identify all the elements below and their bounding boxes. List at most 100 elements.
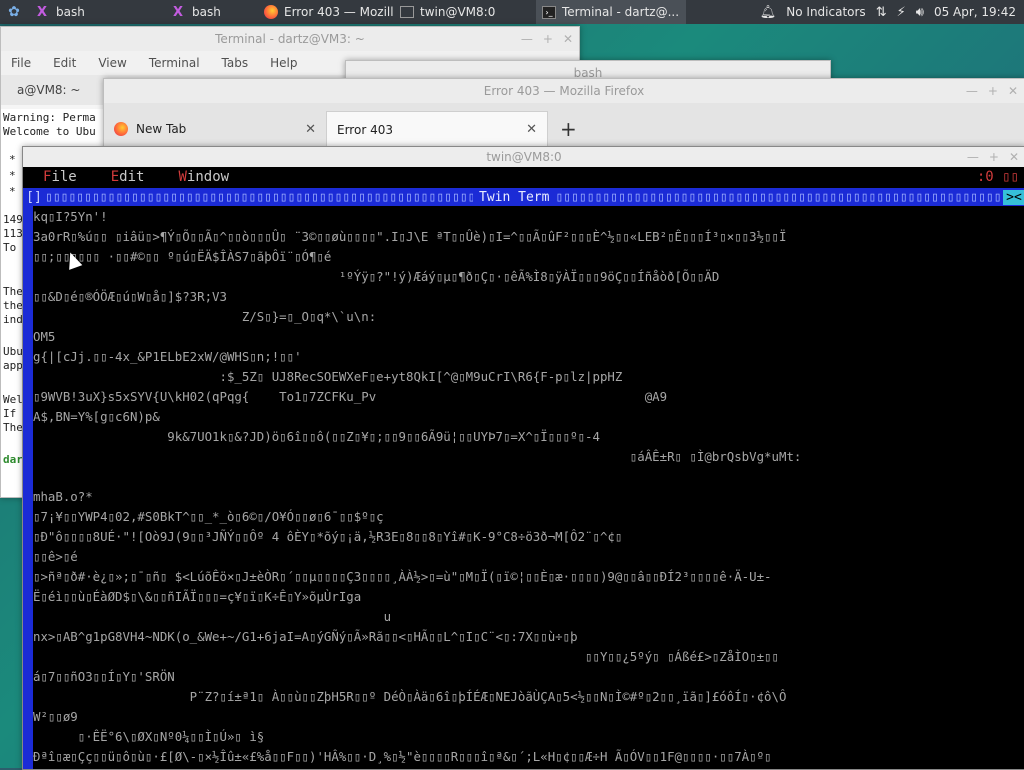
output-line: :$_5Z▯ UJ8RecSOEWXeF▯e+yt8QkI[^@▯M9uCrI\… (33, 369, 623, 384)
close-icon[interactable]: ✕ (1008, 84, 1018, 98)
terminal-line: The (3, 421, 23, 434)
twin-term-output[interactable]: kq▯I?5Yn'! 3a0rR▯%ú▯▯ ▯iâü▯>¶Ý▯Õ▯▯Ã▯^▯▯ò… (33, 206, 1024, 769)
terminal-line: Welcome to Ubu (3, 125, 96, 138)
volume-icon[interactable]: 🔊︎ (916, 5, 924, 20)
twin-term-title: Twin Term (479, 189, 550, 205)
output-line: ▯áÂÊ±R▯ ▯Ì@brQsbVg*uMt: (33, 449, 802, 464)
output-line: ▯9WVB!3uX}s5xSYV{U\kH02(qPqg{ To1▯7ZCFKu… (33, 389, 668, 404)
output-line: mhaB.o?* (33, 489, 93, 504)
title-fill: ▯▯▯▯▯▯▯▯▯▯▯▯▯▯▯▯▯▯▯▯▯▯▯▯▯▯▯▯▯▯▯▯▯▯▯▯▯▯▯▯… (45, 189, 473, 205)
maximize-icon[interactable]: + (989, 150, 999, 164)
terminal-line: The (3, 285, 23, 298)
terminal-tab-label: a@VM8: ~ (17, 83, 81, 97)
firefox-icon (114, 122, 128, 136)
close-tab-icon[interactable]: ✕ (526, 122, 537, 137)
menu-rest: ile (51, 169, 77, 185)
output-line: 3a0rR▯%ú▯▯ ▯iâü▯>¶Ý▯Õ▯▯Ã▯^▯▯ò▯▯▯Û▯ ¨3©▯▯… (33, 229, 787, 244)
x-app-icon: X (172, 4, 184, 20)
output-line: ▯>ñª▯ð#·è¿▯»;▯¯▯ñ▯ $<LúõÊö×▯J±èÒR▯´▯▯µ▯▯… (33, 569, 772, 584)
terminal-line: Ubu (3, 345, 23, 358)
app-menu-icon[interactable]: ✿ (0, 0, 28, 24)
terminal-line: app (3, 359, 23, 372)
terminal-line: 149 (3, 213, 23, 226)
twin-menu-edit[interactable]: Edit (111, 169, 145, 185)
terminal-line: To (3, 241, 17, 254)
clock[interactable]: 05 Apr, 19:42 (934, 5, 1016, 19)
window-titlebar[interactable]: Error 403 — Mozilla Firefox — + ✕ (104, 79, 1024, 103)
window-title: twin@VM8:0 (486, 150, 562, 164)
x-app-icon: X (36, 4, 48, 20)
menu-rest: indow (186, 169, 230, 185)
title-fill: ▯▯▯▯▯▯▯▯▯▯▯▯▯▯▯▯▯▯▯▯▯▯▯▯▯▯▯▯▯▯▯▯▯▯▯▯▯▯▯▯… (555, 189, 1003, 205)
output-line: A$,BN=Y%[g▯c6N)p& (33, 409, 160, 424)
twin-window[interactable]: twin@VM8:0 — + ✕ File Edit Window :0 ▯▯ … (22, 146, 1024, 770)
twin-menu-file[interactable]: File (43, 169, 77, 185)
new-tab-button[interactable]: + (548, 117, 589, 141)
output-line: Ðªî▯æ▯Çç▯▯ü▯ô▯ù▯·£[Ø\-▯×½Îû±«£%å▯▯F▯▯)'H… (33, 749, 772, 764)
close-icon[interactable]: ✕ (563, 32, 573, 46)
menu-view[interactable]: View (98, 56, 126, 70)
top-panel: ✿ X bash X bash Error 403 — Mozill... tw… (0, 0, 1024, 24)
twin-close-box[interactable]: [] (23, 190, 45, 205)
menu-tabs[interactable]: Tabs (222, 56, 249, 70)
twin-scrollbar[interactable] (23, 206, 33, 769)
task-firefox[interactable]: Error 403 — Mozill... (254, 0, 394, 24)
twin-menu-window[interactable]: Window (178, 169, 229, 185)
tab-error-403[interactable]: Error 403 ✕ (326, 111, 548, 147)
menu-hotkey: W (178, 169, 187, 185)
task-terminal-dartz[interactable]: ›_ Terminal - dartz@... (536, 0, 686, 24)
menu-edit[interactable]: Edit (53, 56, 76, 70)
tab-new-tab[interactable]: New Tab ✕ (104, 111, 326, 147)
output-line: ▯7¡¥▯▯YWP4▯02,#S0BkT^▯▯_*_ò▯6©▯/O¥Ó▯▯ø▯6… (33, 509, 384, 524)
maximize-icon[interactable]: + (543, 32, 553, 46)
output-line: ▯▯ê>▯é (33, 549, 78, 564)
output-line: nx>▯AB^g1pG8VH4~NDK(o_&We+~/G1+6jaI=A▯ýG… (33, 629, 578, 644)
close-tab-icon[interactable]: ✕ (305, 122, 316, 137)
window-titlebar[interactable]: twin@VM8:0 — + ✕ (23, 147, 1024, 167)
menu-help[interactable]: Help (270, 56, 297, 70)
terminal-line: 113 (3, 227, 23, 240)
terminal-line: the (3, 299, 23, 312)
task-label: bash (56, 5, 85, 19)
minimize-icon[interactable]: — (967, 150, 979, 164)
power-icon[interactable]: ⚡︎ (897, 5, 906, 20)
bell-icon[interactable]: 🔔︎ (760, 5, 777, 20)
indicators-label[interactable]: No Indicators (786, 5, 865, 19)
output-line: ▯▯Y▯▯¿5ºý▯ ▯Áßé£>▯ZåÌO▯±▯▯ (33, 649, 779, 664)
output-line: W²▯▯ø9 (33, 709, 78, 724)
output-line: á▯7▯▯ñO3▯▯Í▯Y▯'SRÖN (33, 669, 175, 684)
output-line: ▯▯&D▯é▯®ÓÖÆ▯ú▯W▯å▯]$?3R;V3 (33, 289, 227, 304)
menu-file[interactable]: File (11, 56, 31, 70)
output-line: ¹ºÝÿ▯?"!ý)Æáý▯µ▯¶ð▯Ç▯·▯êÃ%Ì8▯ÿÀÏ▯▯▯9öÇ▯▯… (33, 269, 720, 284)
output-line: Ë▯éì▯▯ù▯ÉàØD$▯\&▯▯ñIÃÏ▯▯▯=ç¥▯ï▯K÷Ê▯Y»õµÙ… (33, 589, 362, 604)
task-label: Error 403 — Mozill... (284, 5, 394, 19)
twin-term-titlebar[interactable]: [] ▯▯▯▯▯▯▯▯▯▯▯▯▯▯▯▯▯▯▯▯▯▯▯▯▯▯▯▯▯▯▯▯▯▯▯▯▯… (23, 188, 1024, 206)
menu-hotkey: E (110, 169, 120, 185)
window-titlebar[interactable]: Terminal - dartz@VM3: ~ — + ✕ (1, 27, 579, 51)
terminal-line: Warning: Perma (3, 111, 96, 124)
terminal-prompt: dar (3, 453, 23, 466)
output-line: ▯·ÊË°6\▯ØX▯Nº0¼▯▯Ì▯Ú»▯ ì§ (33, 729, 265, 744)
task-label: Terminal - dartz@... (562, 5, 680, 19)
window-icon (400, 6, 414, 18)
terminal-line: * (9, 153, 16, 166)
twin-menubar: File Edit Window :0 ▯▯ (23, 167, 1024, 187)
system-tray: 🔔︎ No Indicators ⇅ ⚡︎ 🔊︎ 05 Apr, 19:42 (760, 5, 1024, 20)
output-line: Z/S▯}=▯_O▯q*\`u\n: (33, 309, 377, 324)
minimize-icon[interactable]: — (966, 84, 978, 98)
task-twin[interactable]: twin@VM8:0 (394, 0, 536, 24)
terminal-line: ind (3, 313, 23, 326)
task-bash-1[interactable]: X bash (28, 0, 114, 24)
task-bash-2[interactable]: X bash (114, 0, 254, 24)
terminal-line: Wel (3, 393, 23, 406)
minimize-icon[interactable]: — (521, 32, 533, 46)
menu-rest: dit (119, 169, 145, 185)
maximize-icon[interactable]: + (988, 84, 998, 98)
close-icon[interactable]: ✕ (1009, 150, 1019, 164)
menu-terminal[interactable]: Terminal (149, 56, 200, 70)
firefox-icon (264, 4, 278, 20)
network-icon[interactable]: ⇅ (876, 5, 887, 20)
output-line: u (33, 609, 392, 624)
twin-resize-box[interactable]: >< (1003, 189, 1024, 205)
tab-label: New Tab (136, 122, 187, 136)
